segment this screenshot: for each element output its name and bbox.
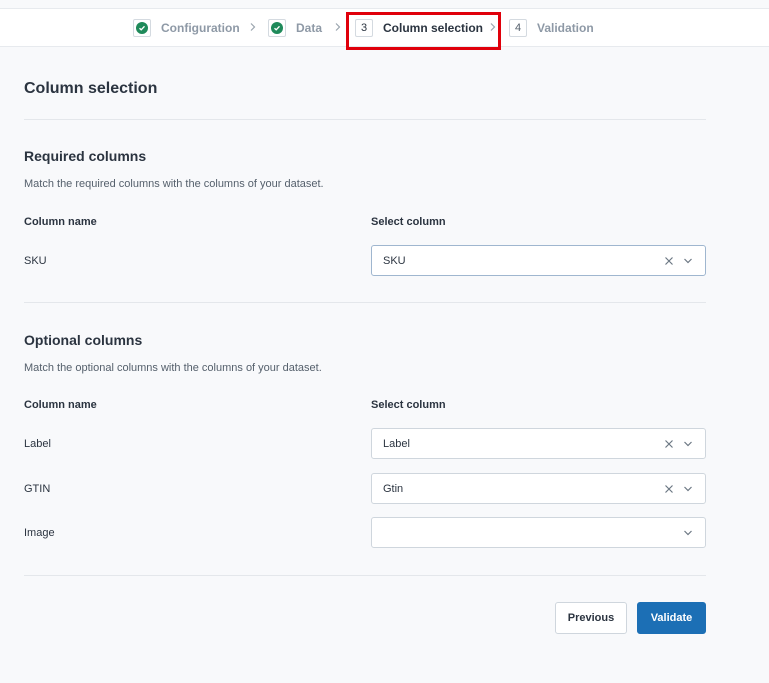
select-gtin[interactable]: Gtin — [371, 473, 706, 504]
clear-icon[interactable] — [664, 484, 674, 494]
step-configuration[interactable]: Configuration — [133, 9, 240, 46]
optional-columns-title: Optional columns — [24, 332, 143, 348]
optional-columns-description: Match the optional columns with the colu… — [24, 362, 322, 374]
required-columns-title: Required columns — [24, 148, 147, 164]
select-value: Label — [383, 438, 410, 450]
step-number-badge: 4 — [509, 18, 527, 37]
previous-button[interactable]: Previous — [555, 602, 627, 634]
row-label-gtin: GTIN — [24, 483, 51, 495]
select-value: SKU — [383, 255, 406, 267]
check-circle-icon — [136, 21, 148, 34]
clear-icon[interactable] — [664, 439, 674, 449]
clear-icon[interactable] — [664, 256, 674, 266]
column-name-header: Column name — [24, 216, 97, 228]
step-data[interactable]: Data — [268, 9, 322, 46]
row-label-sku: SKU — [24, 255, 47, 267]
select-column-header: Select column — [371, 216, 446, 228]
row-label-label: Label — [24, 438, 51, 450]
chevron-right-icon — [250, 23, 256, 31]
validate-button[interactable]: Validate — [637, 602, 706, 634]
chevron-down-icon[interactable] — [683, 485, 693, 493]
chevron-down-icon[interactable] — [683, 440, 693, 448]
select-label[interactable]: Label — [371, 428, 706, 459]
active-step-highlight — [346, 12, 501, 50]
select-image[interactable] — [371, 517, 706, 548]
chevron-down-icon[interactable] — [683, 529, 693, 537]
page-title: Column selection — [24, 80, 158, 97]
divider — [24, 575, 706, 576]
divider — [24, 119, 706, 120]
select-sku[interactable]: SKU — [371, 245, 706, 276]
step-check-badge — [268, 18, 286, 37]
column-name-header: Column name — [24, 399, 97, 411]
chevron-down-icon[interactable] — [683, 257, 693, 265]
check-circle-icon — [271, 21, 283, 34]
divider — [24, 302, 706, 303]
step-label: Data — [296, 20, 323, 35]
step-label: Validation — [537, 20, 594, 35]
select-value: Gtin — [383, 483, 404, 495]
step-label: Configuration — [161, 20, 240, 35]
chevron-right-icon — [335, 23, 341, 31]
required-columns-description: Match the required columns with the colu… — [24, 178, 324, 190]
step-check-badge — [133, 18, 151, 37]
step-validation[interactable]: 4 Validation — [509, 9, 594, 46]
select-column-header: Select column — [371, 399, 446, 411]
row-label-image: Image — [24, 527, 55, 539]
